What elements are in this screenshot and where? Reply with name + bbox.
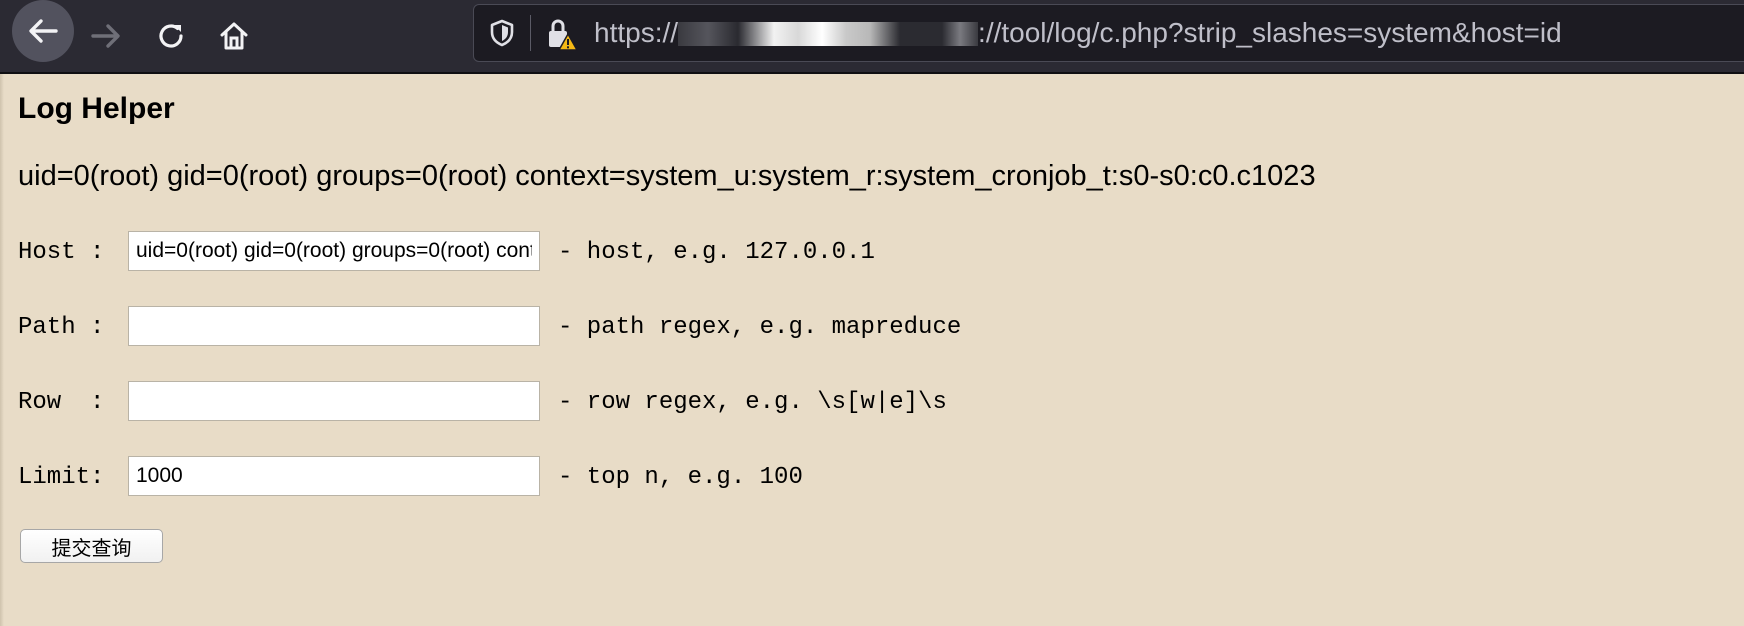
lock-warning-icon	[549, 19, 578, 51]
site-security-button[interactable]	[546, 18, 578, 51]
page-content: Log Helper uid=0(root) gid=0(root) group…	[0, 74, 1744, 626]
host-hint: - host, e.g. 127.0.0.1	[558, 239, 875, 266]
reload-icon	[159, 24, 183, 48]
browser-toolbar: https:// ://tool/log/c.php?strip_slashes=…	[0, 0, 1744, 74]
arrow-left-icon	[29, 19, 58, 43]
limit-input[interactable]	[128, 456, 540, 496]
host-input[interactable]	[128, 231, 540, 271]
home-button[interactable]	[208, 10, 260, 62]
shield-icon	[490, 19, 514, 47]
limit-hint: - top n, e.g. 100	[558, 464, 803, 491]
path-input[interactable]	[128, 306, 540, 346]
arrow-right-icon	[91, 24, 120, 48]
limit-label: Limit:	[18, 464, 105, 491]
row-input[interactable]	[128, 381, 540, 421]
command-output: uid=0(root) gid=0(root) groups=0(root) c…	[18, 160, 1316, 192]
forward-button[interactable]	[80, 10, 132, 62]
submit-query-button[interactable]: 提交查询	[20, 529, 163, 563]
tracking-protection-button[interactable]	[488, 19, 516, 47]
url-text[interactable]: https:// ://tool/log/c.php?strip_slashes=…	[594, 17, 1562, 49]
redacted-hostname	[678, 22, 979, 46]
path-label: Path :	[18, 314, 105, 341]
url-scheme: https://	[594, 17, 679, 48]
reload-button[interactable]	[145, 10, 197, 62]
row-label: Row :	[18, 389, 105, 416]
back-button[interactable]	[12, 0, 74, 62]
path-hint: - path regex, e.g. mapreduce	[558, 314, 962, 341]
page-title: Log Helper	[18, 92, 175, 125]
row-hint: - row regex, e.g. \s[w|e]\s	[558, 389, 947, 416]
home-icon	[220, 22, 248, 50]
host-label: Host :	[18, 239, 105, 266]
url-path: ://tool/log/c.php?strip_slashes=system&h…	[978, 17, 1562, 48]
urlbar-separator	[530, 15, 531, 51]
address-bar[interactable]: https:// ://tool/log/c.php?strip_slashes=…	[473, 4, 1744, 62]
